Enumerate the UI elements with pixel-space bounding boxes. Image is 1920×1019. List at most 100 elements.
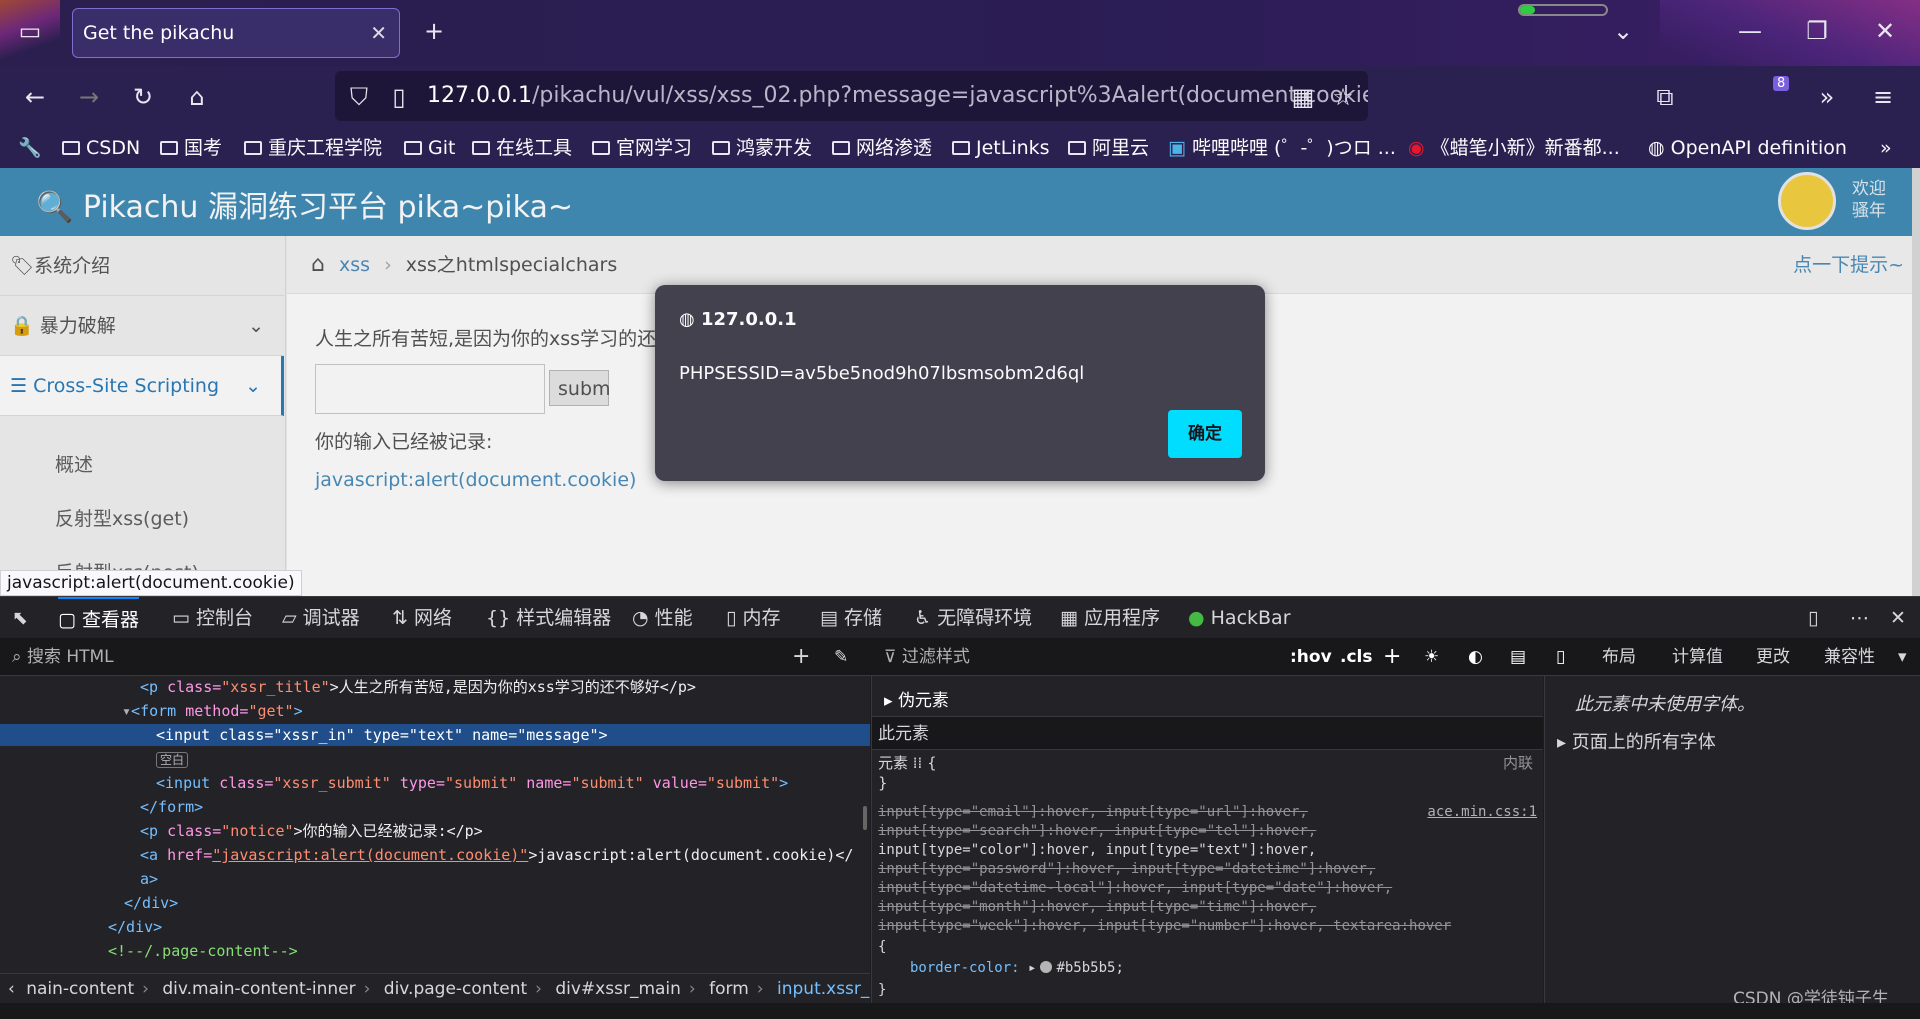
- more-tools-icon[interactable]: »: [1810, 82, 1844, 112]
- html-node[interactable]: a>: [140, 868, 158, 890]
- html-node-selected[interactable]: <input class="xssr_in" type="text" name=…: [0, 724, 870, 746]
- add-node-icon[interactable]: +: [792, 638, 810, 676]
- crumb-item-selected[interactable]: input.xssr_in: [777, 979, 885, 999]
- html-node[interactable]: </form>: [140, 796, 203, 818]
- inline-source: 内联: [1502, 754, 1533, 772]
- back-icon[interactable]: ←: [18, 82, 52, 112]
- dock-icon[interactable]: ▯: [1808, 597, 1818, 639]
- pseudo-elements-toggle[interactable]: ▸ 伪元素: [884, 686, 949, 711]
- filter-styles-input[interactable]: ⊽ 过滤样式: [884, 638, 1284, 676]
- fonts-note: 此元素中未使用字体。: [1575, 694, 1755, 715]
- minimize-icon[interactable]: —: [1733, 16, 1767, 46]
- html-node[interactable]: </div>: [124, 892, 178, 914]
- bookmark-item[interactable]: ◍ OpenAPI definition: [1648, 128, 1847, 168]
- folder-icon: [832, 141, 850, 155]
- add-rule-icon[interactable]: +: [1383, 638, 1401, 676]
- crumb-item[interactable]: div#xssr_main: [555, 979, 681, 999]
- wrench-icon[interactable]: 🔧: [18, 128, 42, 168]
- tab-console[interactable]: ▭ 控制台: [172, 597, 253, 639]
- html-node[interactable]: </div>: [108, 916, 162, 938]
- url-bar[interactable]: 127.0.0.1/pikachu/vul/xss/xss_02.php?mes…: [335, 71, 1368, 121]
- scrollbar[interactable]: [863, 806, 867, 830]
- qr-icon[interactable]: ▦: [1288, 82, 1318, 112]
- html-node[interactable]: <input class="xssr_submit" type="submit"…: [156, 772, 788, 794]
- rules-pane: ▸ 伪元素 此元素 元素 ⁞⁞ { 内联 } ace.min.css:1 inp…: [871, 676, 1543, 1003]
- chevron-down-icon[interactable]: ⌄: [1606, 16, 1640, 46]
- crumb-item[interactable]: nain-content: [26, 979, 134, 999]
- filter-icon: ⊽: [884, 647, 902, 667]
- reload-icon[interactable]: ↻: [126, 82, 160, 112]
- tab-accessibility[interactable]: ♿ 无障碍环境: [914, 597, 1032, 639]
- close-devtools-icon[interactable]: ✕: [1890, 597, 1906, 639]
- bookmark-item[interactable]: 在线工具: [472, 128, 572, 168]
- bookmark-item[interactable]: 鸿蒙开发: [712, 128, 812, 168]
- bookmark-item[interactable]: Git: [404, 128, 455, 168]
- tab-application[interactable]: ▦ 应用程序: [1060, 597, 1160, 639]
- chevron-down-icon[interactable]: ▾: [1898, 638, 1907, 676]
- restore-icon[interactable]: ❐: [1800, 16, 1834, 46]
- shield-icon[interactable]: ⛉: [344, 82, 374, 112]
- extensions-icon[interactable]: ⧉: [1648, 82, 1682, 112]
- bookmark-star-icon[interactable]: ☆: [1328, 82, 1358, 112]
- expand-arrow-icon: ▸: [1557, 732, 1572, 753]
- sidebar-toggle-icon[interactable]: ▯: [1556, 638, 1565, 676]
- rule-source-link[interactable]: ace.min.css:1: [1427, 804, 1537, 820]
- tab-layout[interactable]: 布局: [1602, 638, 1636, 676]
- bookmarks-bar: 🔧 CSDN 国考 重庆工程学院 Git 在线工具 官网学习 鸿蒙开发 网络渗透…: [0, 128, 1920, 168]
- forward-icon[interactable]: →: [72, 82, 106, 112]
- crumb-item[interactable]: div.main-content-inner: [162, 979, 355, 999]
- tab-computed[interactable]: 计算值: [1672, 638, 1723, 676]
- dark-mode-icon[interactable]: ◐: [1468, 638, 1483, 676]
- tab-performance[interactable]: ◔ 性能: [632, 597, 693, 639]
- tab-changes[interactable]: 更改: [1756, 638, 1790, 676]
- crumb-prev-icon[interactable]: ‹: [8, 979, 15, 999]
- color-swatch[interactable]: [1040, 961, 1053, 973]
- search-html-input[interactable]: ⌕ 搜索 HTML: [12, 638, 772, 676]
- bookmark-item[interactable]: JetLinks: [952, 128, 1050, 168]
- html-node[interactable]: ▾<form method="get">: [122, 700, 303, 722]
- tab-network[interactable]: ⇅ 网络: [392, 597, 452, 639]
- close-window-icon[interactable]: ✕: [1868, 16, 1902, 46]
- print-mode-icon[interactable]: ▤: [1510, 638, 1526, 676]
- tab-compatibility[interactable]: 兼容性: [1824, 638, 1875, 676]
- tab-list-icon[interactable]: ▭: [14, 16, 46, 46]
- crumb-item[interactable]: form: [709, 979, 749, 999]
- tab-style-editor[interactable]: {} 样式编辑器: [486, 597, 611, 639]
- html-node[interactable]: <p class="xssr_title">人生之所有苦短,是因为你的xss学习…: [140, 676, 696, 698]
- bookmark-item[interactable]: ▣ 哔哩哔哩 (゜-゜)つロ ...: [1168, 128, 1396, 168]
- bookmark-item[interactable]: 网络渗透: [832, 128, 932, 168]
- ok-button[interactable]: 确定: [1168, 410, 1242, 458]
- new-tab-icon[interactable]: +: [418, 16, 450, 46]
- element-picker-icon[interactable]: ⬉: [12, 597, 28, 639]
- expand-arrow-icon[interactable]: ▾: [122, 702, 131, 720]
- eyedropper-icon[interactable]: ✎: [834, 638, 848, 676]
- css-declaration[interactable]: border-color: ▸ #b5b5b5;: [910, 960, 1124, 976]
- more-bookmarks-icon[interactable]: »: [1880, 128, 1892, 168]
- hov-toggle[interactable]: :hov: [1290, 638, 1332, 676]
- bookmark-item[interactable]: 国考: [160, 128, 222, 168]
- bookmark-item[interactable]: 重庆工程学院: [244, 128, 382, 168]
- home-icon[interactable]: ⌂: [180, 82, 214, 112]
- light-mode-icon[interactable]: ☀: [1424, 638, 1439, 676]
- tab-debugger[interactable]: ▱ 调试器: [282, 597, 360, 639]
- bookmark-item[interactable]: CSDN: [62, 128, 140, 168]
- tab-memory[interactable]: ▯ 内存: [726, 597, 781, 639]
- close-icon[interactable]: ✕: [370, 9, 387, 57]
- folder-icon: [404, 141, 422, 155]
- bookmark-item[interactable]: 官网学习: [592, 128, 692, 168]
- crumb-item[interactable]: div.page-content: [384, 979, 527, 999]
- html-comment: <!--/.page-content-->: [108, 942, 298, 960]
- menu-icon[interactable]: ≡: [1866, 82, 1900, 112]
- bookmark-item[interactable]: 阿里云: [1068, 128, 1149, 168]
- cls-toggle[interactable]: .cls: [1340, 638, 1372, 676]
- bookmark-item[interactable]: ◉ 《蜡笔小新》新番都...: [1408, 128, 1620, 168]
- all-fonts-toggle[interactable]: ▸ 页面上的所有字体: [1557, 728, 1716, 754]
- more-options-icon[interactable]: ⋯: [1850, 597, 1869, 639]
- html-node[interactable]: <a href="javascript:alert(document.cooki…: [140, 844, 853, 866]
- html-node[interactable]: <p class="notice">你的输入已经被记录:</p>: [140, 820, 483, 842]
- tab-inspector[interactable]: ▢ 查看器: [58, 597, 140, 641]
- tab-hackbar[interactable]: ● HackBar: [1188, 597, 1291, 639]
- rule-selector: input[type="datetime-local"]:hover, inpu…: [878, 880, 1393, 896]
- tab-active[interactable]: Get the pikachu ✕: [72, 8, 400, 58]
- tab-storage[interactable]: ▤ 存储: [820, 597, 882, 639]
